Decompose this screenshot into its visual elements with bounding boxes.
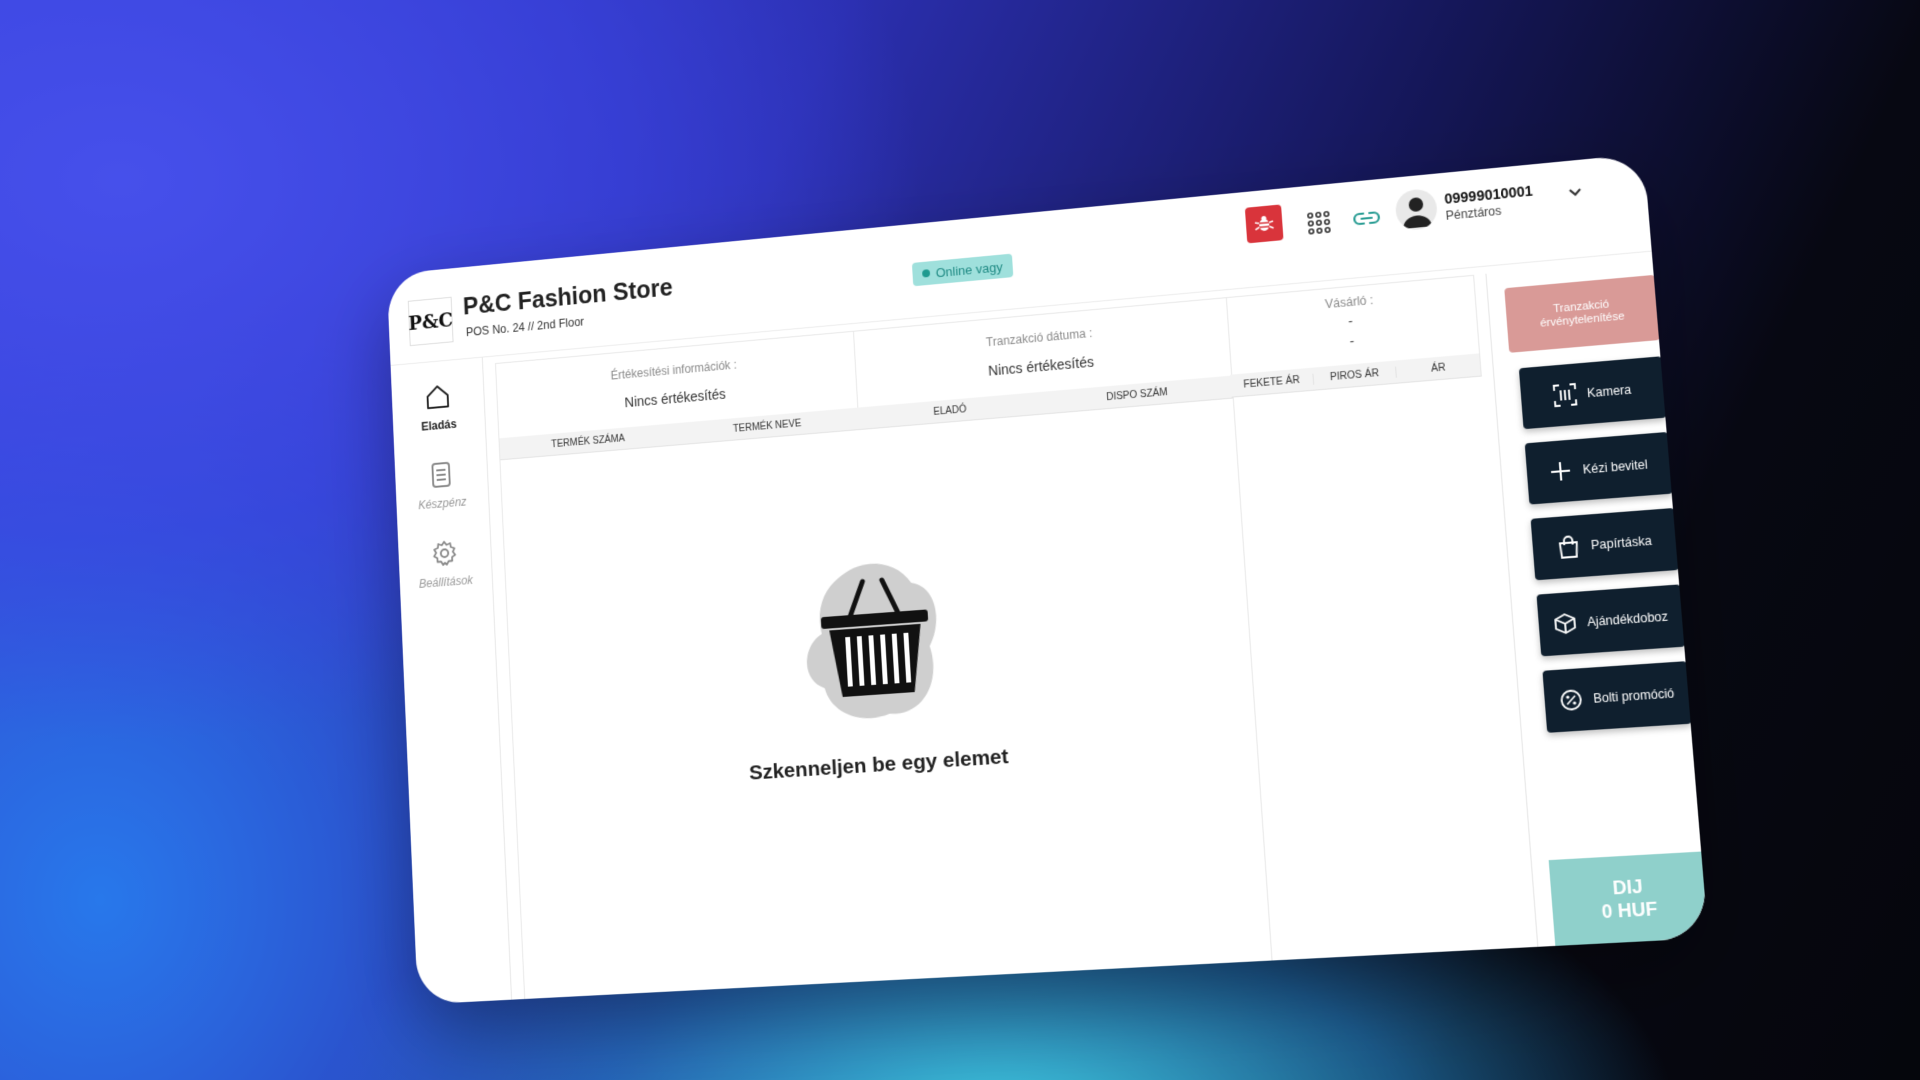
shopping-bag-icon: [1557, 535, 1582, 559]
sidebar-item-sales[interactable]: Eladás: [391, 379, 485, 436]
document-icon: [427, 459, 456, 490]
apps-grid-icon[interactable]: [1306, 210, 1332, 236]
home-icon: [423, 381, 452, 412]
void-transaction-label: Tranzakció érvénytelenítése: [1539, 298, 1626, 330]
store-name: P&C Fashion Store: [462, 273, 674, 321]
user-id: 09999010001: [1443, 182, 1534, 207]
store-promo-label: Bolti promóció: [1592, 686, 1675, 706]
empty-cart-state: Szkenneljen be egy elemet: [505, 508, 1257, 801]
bug-icon: [1253, 215, 1275, 235]
store-logo: P&C: [407, 296, 454, 347]
gift-box-button[interactable]: Ajándékdoboz: [1536, 584, 1686, 657]
column-header: FEKETE ÁR: [1243, 374, 1301, 391]
online-status-badge: Online vagy: [911, 253, 1014, 287]
fee-panel[interactable]: DIJ 0 HUF: [1548, 851, 1709, 946]
action-panel: Tranzakció érvénytelenítése Kamera Kézi …: [1485, 258, 1709, 947]
camera-button[interactable]: Kamera: [1518, 356, 1667, 430]
gear-icon: [430, 538, 459, 569]
sidebar-item-settings[interactable]: Beállítások: [398, 535, 492, 592]
void-transaction-button[interactable]: Tranzakció érvénytelenítése: [1504, 274, 1661, 353]
online-dot-icon: [922, 269, 931, 278]
store-promo-button[interactable]: Bolti promóció: [1542, 661, 1692, 733]
column-header: ÁR: [1395, 358, 1481, 378]
box-icon: [1553, 612, 1578, 636]
sidebar-item-cash[interactable]: Készpénz: [395, 457, 489, 514]
sidebar-item-label: Eladás: [420, 417, 457, 434]
plus-icon: [1548, 459, 1573, 483]
fee-amount: 0 HUF: [1600, 898, 1659, 923]
transaction-panel: Értékesítési információk : Nincs értékes…: [495, 297, 1273, 1000]
column-header: PIROS ÁR: [1312, 366, 1397, 385]
sidebar: Eladás Készpénz Beállítások: [390, 357, 513, 1005]
pos-window-frame: P&C P&C Fashion Store POS No. 24 // 2nd …: [386, 153, 1709, 1005]
fee-label: DIJ: [1611, 875, 1644, 899]
bug-report-button[interactable]: [1244, 204, 1284, 244]
percent-icon: [1559, 688, 1584, 712]
link-icon[interactable]: [1352, 205, 1382, 232]
empty-cart-message: Szkenneljen be egy elemet: [748, 745, 1010, 785]
user-avatar-icon: [1402, 196, 1433, 229]
user-avatar[interactable]: [1394, 187, 1439, 232]
shopping-basket-icon: [801, 558, 942, 723]
sidebar-item-label: Készpénz: [417, 494, 467, 513]
pos-window: P&C P&C Fashion Store POS No. 24 // 2nd …: [386, 153, 1709, 1005]
camera-label: Kamera: [1586, 382, 1632, 401]
paper-bag-button[interactable]: Papírtáska: [1530, 507, 1680, 581]
paper-bag-label: Papírtáska: [1590, 533, 1653, 553]
gift-box-label: Ajándékdoboz: [1586, 609, 1669, 630]
user-role: Pénztáros: [1445, 203, 1502, 223]
online-status-label: Online vagy: [935, 258, 1003, 280]
manual-entry-button[interactable]: Kézi bevitel: [1524, 431, 1673, 505]
sidebar-item-label: Beállítások: [418, 573, 474, 591]
manual-entry-label: Kézi bevitel: [1582, 457, 1649, 477]
barcode-scan-icon: [1553, 383, 1578, 407]
chevron-down-icon[interactable]: [1567, 184, 1583, 199]
